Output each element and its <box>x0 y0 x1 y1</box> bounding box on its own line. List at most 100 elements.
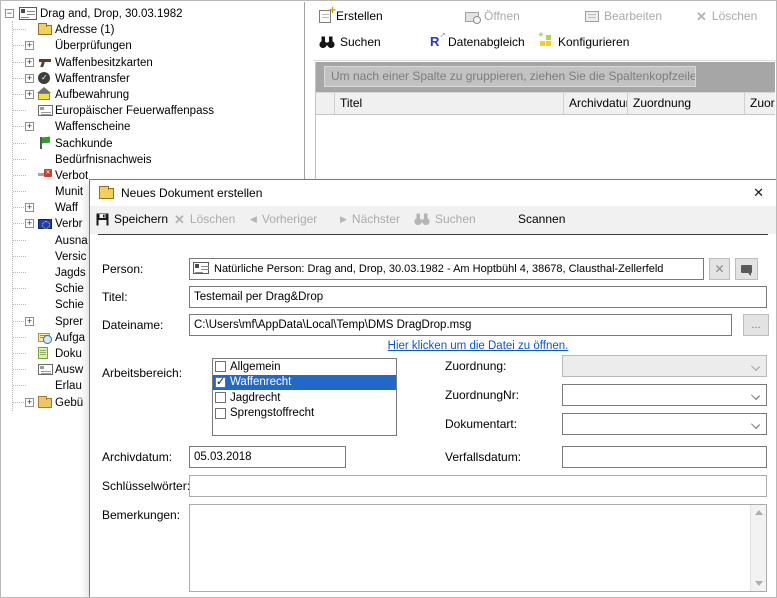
tree-item-label: Munit <box>55 184 83 200</box>
column-header-indicator[interactable] <box>316 93 335 114</box>
bemerkungen-textarea[interactable] <box>189 504 767 592</box>
toolbar-separator <box>313 60 775 61</box>
dialog-folder-icon <box>99 188 114 199</box>
arbeitsbereich-option-waffenrecht[interactable]: Waffenrecht <box>213 375 396 391</box>
browse-button[interactable]: ... <box>743 314 769 336</box>
arbeitsbereich-option-allgemein[interactable]: Allgemein <box>213 359 396 375</box>
tree-item-waffentransfer[interactable]: Waffentransfer <box>2 70 303 86</box>
column-header-zuordnungnr[interactable]: Zuordn <box>745 93 775 114</box>
grouping-bar[interactable]: Um nach einer Spalte zu gruppieren, zieh… <box>316 62 775 92</box>
datenabgleich-button[interactable]: Datenabgleich <box>429 35 525 49</box>
delete-icon: ✕ <box>696 10 707 23</box>
scroll-down-icon[interactable] <box>755 581 763 586</box>
expand-icon[interactable] <box>25 74 34 83</box>
konfigurieren-button[interactable]: Konfigurieren <box>539 35 629 49</box>
button-label: Suchen <box>435 212 476 226</box>
dialog-title: Neues Dokument erstellen <box>121 186 262 200</box>
expand-icon[interactable] <box>25 398 34 407</box>
dokumentart-dropdown[interactable] <box>562 413 767 435</box>
tree-item-waffenbesitzkarten[interactable]: Waffenbesitzkarten <box>2 54 303 70</box>
open-file-link[interactable]: Hier klicken um die Datei zu öffnen. <box>189 340 767 352</box>
scrollbar[interactable] <box>750 505 766 591</box>
tree-item-sachkunde[interactable]: Sachkunde <box>2 135 303 151</box>
tree-item-label: Waffenscheine <box>55 119 130 135</box>
suchen-button[interactable]: Suchen <box>319 35 381 49</box>
tree-item-label: Jagds <box>55 265 86 281</box>
verfallsdatum-input[interactable] <box>562 446 767 468</box>
checkbox-unchecked[interactable] <box>215 361 226 372</box>
scannen-button[interactable]: Scannen <box>518 212 565 226</box>
schluesselwoerter-input[interactable] <box>189 475 767 497</box>
option-label: Sprengstoffrecht <box>230 407 314 419</box>
zuordnung-dropdown[interactable] <box>562 355 767 377</box>
verfallsdatum-label: Verfallsdatum: <box>445 450 521 464</box>
edit-icon <box>585 11 599 22</box>
tree-item-root-person[interactable]: Drag and, Drop, 30.03.1982 <box>2 5 303 21</box>
person-field[interactable]: Natürliche Person: Drag and, Drop, 30.03… <box>189 258 704 280</box>
person-clear-button[interactable]: ✕ <box>709 258 730 280</box>
dialog-loeschen-button[interactable]: ✕ Löschen <box>174 212 235 226</box>
dialog-close-button[interactable]: ✕ <box>753 185 764 201</box>
expand-icon[interactable] <box>25 122 34 131</box>
tree-item-label: Erlau <box>55 378 82 394</box>
collapse-icon[interactable] <box>5 9 14 18</box>
tree-item-label: Waffenbesitzkarten <box>55 55 153 71</box>
configure-grid-icon <box>539 35 553 49</box>
checkbox-unchecked[interactable] <box>215 392 226 403</box>
expand-icon[interactable] <box>25 41 34 50</box>
arbeitsbereich-option-jagdrecht[interactable]: Jagdrecht <box>213 390 396 406</box>
expand-icon[interactable] <box>25 317 34 326</box>
binoculars-icon <box>414 213 430 226</box>
tree-item-beduerfnisnachweis[interactable]: Bedürfnisnachweis <box>2 151 303 167</box>
loeschen-button[interactable]: ✕ Löschen <box>696 9 757 23</box>
open-icon <box>465 12 479 22</box>
arbeitsbereich-option-sprengstoffrecht[interactable]: Sprengstoffrecht <box>213 406 396 422</box>
column-header-titel[interactable]: Titel <box>335 93 564 114</box>
create-document-icon <box>319 10 331 23</box>
tree-item-label: Europäischer Feuerwaffenpass <box>55 103 214 119</box>
grouping-hint: Um nach einer Spalte zu gruppieren, zieh… <box>324 66 696 87</box>
delete-icon: ✕ <box>174 213 185 226</box>
tree-item-aufbewahrung[interactable]: Aufbewahrung <box>2 86 303 102</box>
button-label: Speichern <box>114 212 168 226</box>
person-label: Person: <box>102 262 143 276</box>
archivdatum-input[interactable]: 05.03.2018 <box>189 446 346 468</box>
dialog-toolbar-separator <box>98 234 768 235</box>
vorheriger-button[interactable]: ◀ Vorheriger <box>250 212 317 226</box>
tree-item-ueberpruefungen[interactable]: Überprüfungen <box>2 37 303 53</box>
tree-item-feuerwaffenpass[interactable]: Europäischer Feuerwaffenpass <box>2 102 303 118</box>
chevron-down-icon <box>751 362 760 371</box>
checkbox-unchecked[interactable] <box>215 408 226 419</box>
expand-icon[interactable] <box>25 58 34 67</box>
arbeitsbereich-label: Arbeitsbereich: <box>102 366 182 380</box>
column-header-archivdatum[interactable]: Archivdatum <box>564 93 628 114</box>
expand-icon[interactable] <box>25 203 34 212</box>
bemerkungen-label: Bemerkungen: <box>102 508 180 522</box>
person-comment-button[interactable] <box>735 258 758 280</box>
scroll-up-icon[interactable] <box>755 510 763 515</box>
dialog-titlebar: Neues Dokument erstellen <box>90 180 776 206</box>
column-header-zuordnung[interactable]: Zuordnung <box>628 93 745 114</box>
arbeitsbereich-listbox: Allgemein Waffenrecht Jagdrecht Sprengst… <box>212 358 397 436</box>
checkbox-checked[interactable] <box>215 377 226 388</box>
tree-item-label: Ausw <box>55 362 83 378</box>
tree-item-waffenscheine[interactable]: Waffenscheine <box>2 118 303 134</box>
person-card-icon <box>193 262 209 274</box>
titel-input[interactable]: Testemail per Drag&Drop <box>189 286 767 308</box>
zuordnungnr-dropdown[interactable] <box>562 384 767 406</box>
dialog-suchen-button[interactable]: Suchen <box>414 212 476 226</box>
oeffnen-button[interactable]: Öffnen <box>465 9 520 23</box>
speichern-button[interactable]: Speichern <box>96 212 168 226</box>
bearbeiten-button[interactable]: Bearbeiten <box>585 9 662 23</box>
expand-icon[interactable] <box>25 219 34 228</box>
save-floppy-icon <box>96 213 109 226</box>
erstellen-button[interactable]: Erstellen <box>319 9 383 23</box>
dateiname-value: C:\Users\mf\AppData\Local\Temp\DMS DragD… <box>194 319 471 331</box>
button-label: Erstellen <box>336 9 383 23</box>
naechster-button[interactable]: ▶ Nächster <box>340 212 400 226</box>
dateiname-input[interactable]: C:\Users\mf\AppData\Local\Temp\DMS DragD… <box>189 314 732 336</box>
tree-item-adresse[interactable]: Adresse (1) <box>2 21 303 37</box>
expand-icon[interactable] <box>25 90 34 99</box>
tree-item-label: Aufga <box>55 330 85 346</box>
next-arrow-icon: ▶ <box>340 214 347 225</box>
